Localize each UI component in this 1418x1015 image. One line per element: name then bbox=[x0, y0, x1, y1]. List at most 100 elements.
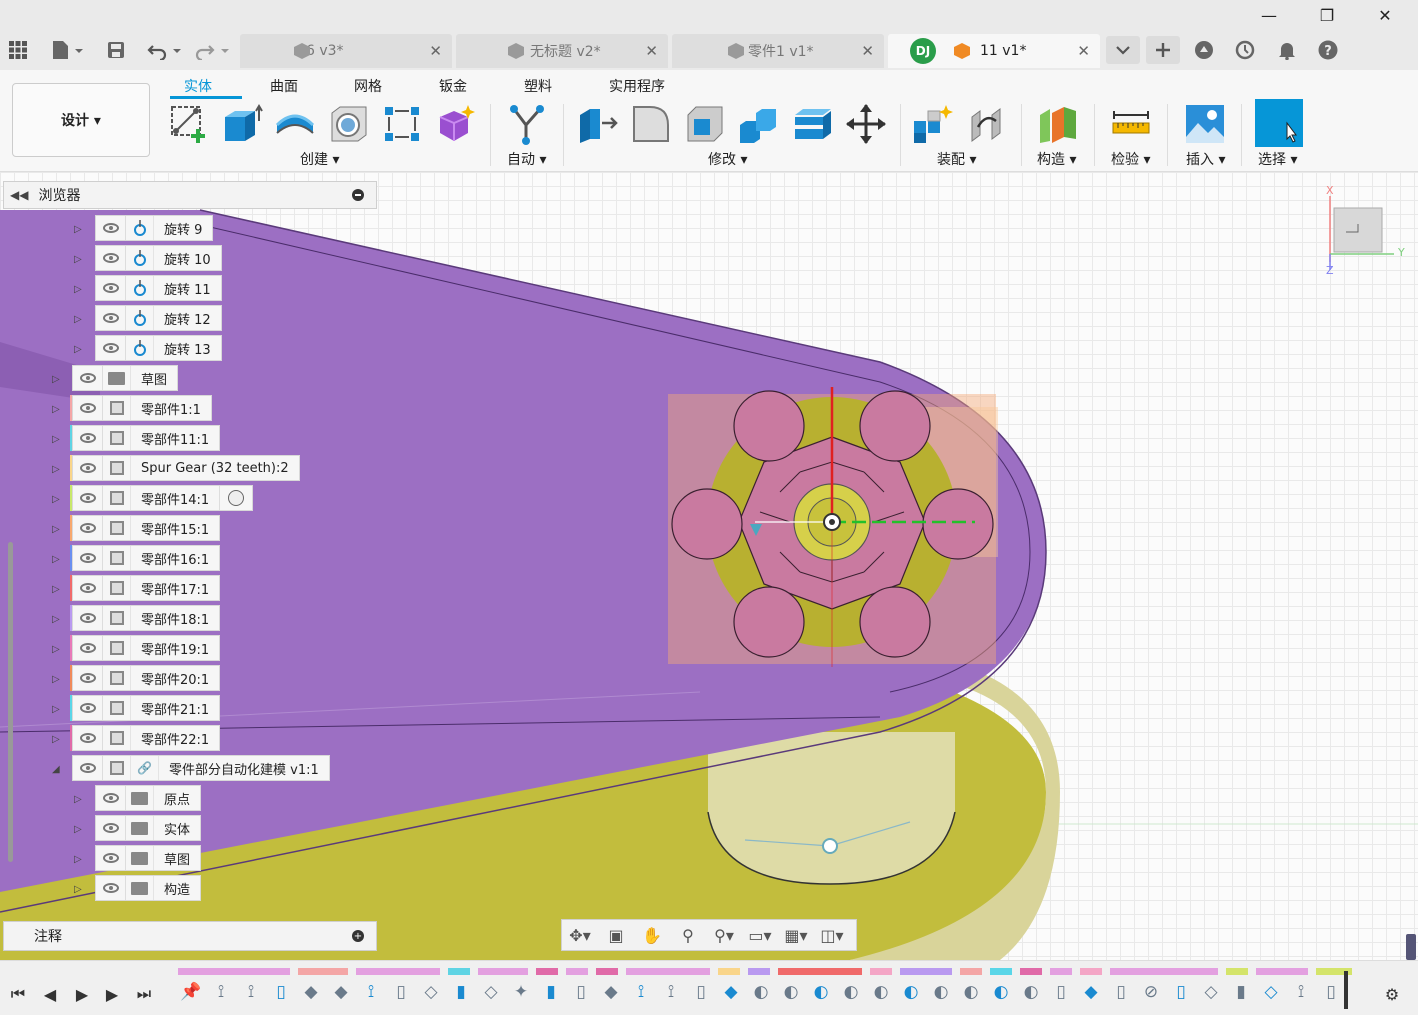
expand-chevron-icon[interactable]: ▷ bbox=[74, 883, 84, 895]
timeline-feature-icon[interactable]: ◇ bbox=[1198, 979, 1224, 1005]
pan-hand-icon[interactable]: ✋ bbox=[634, 920, 670, 950]
browser-node[interactable]: 构造 bbox=[95, 875, 202, 901]
create-sketch-icon[interactable] bbox=[168, 103, 210, 145]
timeline-feature-icon[interactable]: ◇ bbox=[418, 979, 444, 1005]
expand-chevron-icon[interactable]: ▷ bbox=[74, 283, 84, 295]
browser-node[interactable]: Spur Gear (32 teeth):2 bbox=[72, 455, 300, 481]
revolve-icon[interactable] bbox=[274, 103, 316, 145]
timeline-feature-icon[interactable]: ⟟ bbox=[358, 979, 384, 1005]
orbit-icon[interactable]: ✥▾ bbox=[562, 920, 598, 950]
collapse-panel-icon[interactable]: ◀◀ bbox=[10, 188, 28, 202]
browser-node[interactable]: 旋转 12 bbox=[95, 305, 222, 331]
expand-chevron-icon[interactable]: ▷ bbox=[52, 643, 62, 655]
browser-node[interactable]: 零部件21:1 bbox=[72, 695, 221, 721]
expand-chevron-icon[interactable]: ▷ bbox=[74, 343, 84, 355]
timeline-feature-icon[interactable]: ▯ bbox=[1318, 979, 1344, 1005]
timeline-feature-icon[interactable]: ◐ bbox=[988, 979, 1014, 1005]
visibility-eye-icon[interactable] bbox=[73, 606, 103, 630]
group-inspect[interactable]: 检验 ▾ bbox=[1111, 149, 1150, 169]
timeline-feature-icon[interactable]: ◆ bbox=[328, 979, 354, 1005]
expand-chevron-icon[interactable]: ▷ bbox=[74, 223, 84, 235]
tab-surface[interactable]: 曲面 bbox=[270, 76, 298, 96]
visibility-eye-icon[interactable] bbox=[96, 816, 126, 840]
file-menu-icon[interactable] bbox=[48, 36, 86, 64]
extensions-icon[interactable] bbox=[1190, 36, 1218, 64]
timeline-feature-icon[interactable]: ▮ bbox=[538, 979, 564, 1005]
visibility-eye-icon[interactable] bbox=[96, 786, 126, 810]
timeline-feature-icon[interactable]: ◐ bbox=[958, 979, 984, 1005]
minimize-button[interactable]: — bbox=[1240, 0, 1298, 30]
job-status-icon[interactable] bbox=[1231, 36, 1259, 64]
combine-icon[interactable] bbox=[738, 103, 780, 145]
apps-grid-icon[interactable] bbox=[6, 36, 30, 64]
timeline-feature-icon[interactable]: ◐ bbox=[898, 979, 924, 1005]
tab-plastic[interactable]: 塑料 bbox=[524, 76, 552, 96]
group-automate[interactable]: 自动 ▾ bbox=[507, 149, 546, 169]
browser-node[interactable]: 草图 bbox=[72, 365, 179, 391]
expand-chevron-icon[interactable]: ▷ bbox=[74, 793, 84, 805]
new-tab-plus-icon[interactable] bbox=[1146, 36, 1180, 64]
go-to-end-icon[interactable]: ⏭ bbox=[132, 983, 156, 1005]
expand-chevron-icon[interactable]: ◢ bbox=[52, 763, 62, 775]
redo-icon[interactable] bbox=[194, 36, 232, 64]
browser-node[interactable]: 旋转 11 bbox=[95, 275, 222, 301]
activate-radio-icon[interactable] bbox=[228, 490, 245, 506]
extrude-icon[interactable] bbox=[221, 103, 263, 145]
browser-node[interactable]: 零部件16:1 bbox=[72, 545, 221, 571]
browser-node[interactable]: 零部件15:1 bbox=[72, 515, 221, 541]
select-tool-icon[interactable] bbox=[1255, 99, 1303, 147]
visibility-eye-icon[interactable] bbox=[73, 696, 103, 720]
tab-solid[interactable]: 实体 bbox=[184, 76, 212, 96]
pattern-icon[interactable] bbox=[381, 103, 423, 145]
timeline-feature-icon[interactable]: ⟟ bbox=[208, 979, 234, 1005]
expand-chevron-icon[interactable]: ▷ bbox=[52, 403, 62, 415]
expand-chevron-icon[interactable]: ▷ bbox=[52, 733, 62, 745]
group-modify[interactable]: 修改 ▾ bbox=[708, 149, 747, 169]
browser-node[interactable]: 🔗 零件部分自动化建模 v1:1 bbox=[72, 755, 330, 781]
expand-chevron-icon[interactable]: ▷ bbox=[52, 553, 62, 565]
tab-doc-3[interactable]: 零件1 v1* ✕ bbox=[672, 34, 884, 68]
timeline-feature-icon[interactable]: ▯ bbox=[1048, 979, 1074, 1005]
tab-utilities[interactable]: 实用程序 bbox=[609, 76, 665, 96]
visibility-eye-icon[interactable] bbox=[73, 576, 103, 600]
timeline-feature-icon[interactable]: ◆ bbox=[598, 979, 624, 1005]
expand-chevron-icon[interactable]: ▷ bbox=[74, 823, 84, 835]
expand-chevron-icon[interactable]: ▷ bbox=[74, 313, 84, 325]
undo-icon[interactable] bbox=[146, 36, 184, 64]
step-back-icon[interactable]: ◀ bbox=[38, 983, 62, 1005]
new-component-icon[interactable] bbox=[912, 103, 954, 145]
create-form-icon[interactable] bbox=[434, 103, 476, 145]
expand-chevron-icon[interactable]: ▷ bbox=[52, 523, 62, 535]
browser-node[interactable]: 零部件22:1 bbox=[72, 725, 221, 751]
workspace-selector-button[interactable]: 设计 ▾ bbox=[12, 83, 150, 157]
browser-node[interactable]: 实体 bbox=[95, 815, 202, 841]
viewport-scroll-indicator[interactable] bbox=[1406, 934, 1416, 960]
timeline-feature-icon[interactable]: ◐ bbox=[778, 979, 804, 1005]
visibility-eye-icon[interactable] bbox=[96, 876, 126, 900]
expand-chevron-icon[interactable]: ▷ bbox=[52, 673, 62, 685]
notifications-bell-icon[interactable] bbox=[1273, 36, 1301, 64]
timeline-feature-icon[interactable]: ⟟ bbox=[628, 979, 654, 1005]
measure-icon[interactable] bbox=[1110, 103, 1152, 145]
timeline-feature-icon[interactable]: ⟟ bbox=[658, 979, 684, 1005]
visibility-eye-icon[interactable] bbox=[96, 306, 126, 330]
grid-settings-icon[interactable]: ▦▾ bbox=[778, 920, 814, 950]
step-forward-icon[interactable]: ▶ bbox=[100, 983, 124, 1005]
timeline-feature-icon[interactable]: ◐ bbox=[928, 979, 954, 1005]
go-to-start-icon[interactable]: ⏮ bbox=[6, 983, 30, 1005]
viewcube[interactable]: X Y Z bbox=[1320, 182, 1410, 277]
timeline-marker[interactable] bbox=[1344, 971, 1348, 1009]
visibility-eye-icon[interactable] bbox=[73, 486, 103, 510]
display-settings-icon[interactable]: ▭▾ bbox=[742, 920, 778, 950]
visibility-eye-icon[interactable] bbox=[73, 726, 103, 750]
browser-node[interactable]: 旋转 13 bbox=[95, 335, 222, 361]
visibility-eye-icon[interactable] bbox=[73, 396, 103, 420]
visibility-eye-icon[interactable] bbox=[73, 516, 103, 540]
visibility-eye-icon[interactable] bbox=[96, 216, 126, 240]
expand-chevron-icon[interactable]: ▷ bbox=[52, 373, 62, 385]
browser-node[interactable]: 零部件14:1 bbox=[72, 485, 254, 511]
notes-panel-header[interactable]: 注释 + bbox=[3, 921, 377, 951]
press-pull-icon[interactable] bbox=[576, 103, 618, 145]
timeline-feature-icon[interactable]: ◆ bbox=[1078, 979, 1104, 1005]
visibility-eye-icon[interactable] bbox=[96, 336, 126, 360]
